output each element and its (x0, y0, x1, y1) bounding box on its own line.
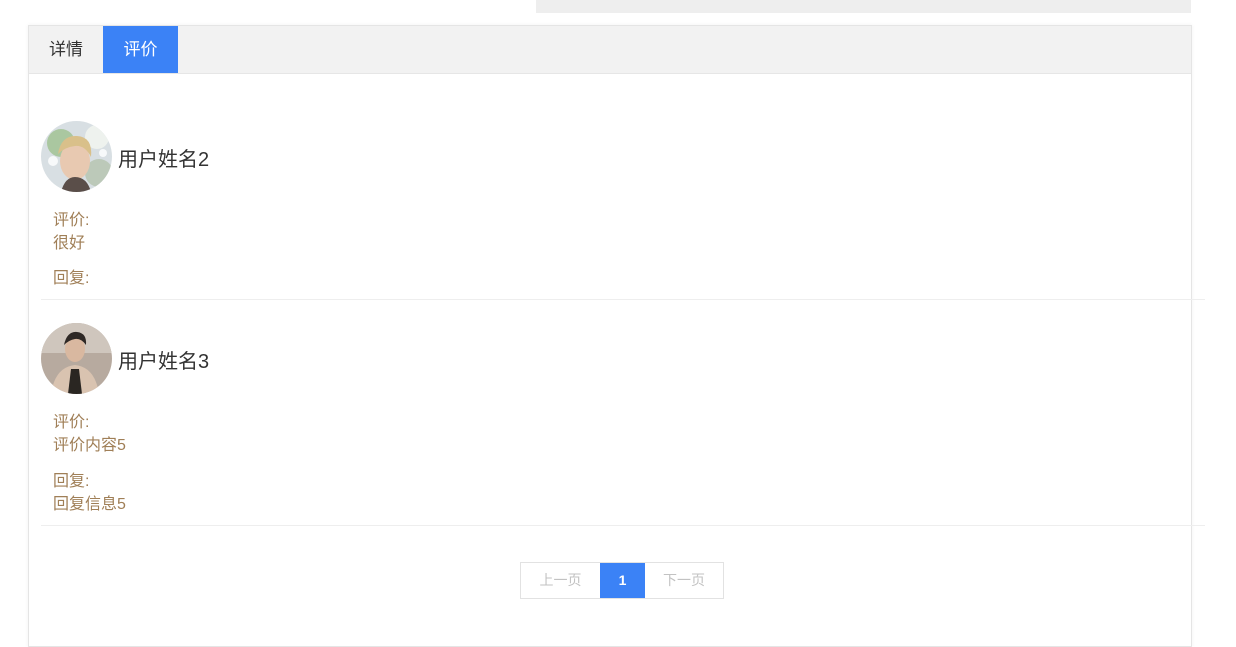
review-text: 评价内容5 (53, 437, 126, 454)
review-item: 用户姓名3 评价: 评价内容5 回复: 回复信息5 (41, 323, 1205, 526)
top-gray-bar (536, 0, 1191, 13)
prev-page-button[interactable]: 上一页 (521, 563, 600, 598)
page-1-button[interactable]: 1 (600, 563, 645, 598)
tab-reviews[interactable]: 评价 (103, 26, 178, 73)
tab-details[interactable]: 详情 (29, 26, 103, 73)
review-username: 用户姓名3 (118, 351, 210, 373)
reply-label: 回复: (53, 270, 90, 287)
tab-bar: 详情 评价 (29, 26, 1191, 74)
reply-text: 回复信息5 (53, 496, 126, 513)
review-label: 评价: (53, 212, 90, 229)
review-label: 评价: (53, 414, 90, 431)
pagination: 上一页 1 下一页 (520, 562, 724, 599)
user-avatar (41, 323, 112, 394)
product-tabs-panel: 详情 评价 用户姓名2 评价: 很好 回复: 用户姓名3 评价: 评价内容5 回… (28, 25, 1205, 647)
review-text: 很好 (53, 235, 86, 252)
review-username: 用户姓名2 (118, 149, 210, 171)
next-page-button[interactable]: 下一页 (645, 563, 723, 598)
review-item: 用户姓名2 评价: 很好 回复: (41, 121, 1205, 300)
user-avatar (41, 121, 112, 192)
reply-label: 回复: (53, 473, 90, 490)
